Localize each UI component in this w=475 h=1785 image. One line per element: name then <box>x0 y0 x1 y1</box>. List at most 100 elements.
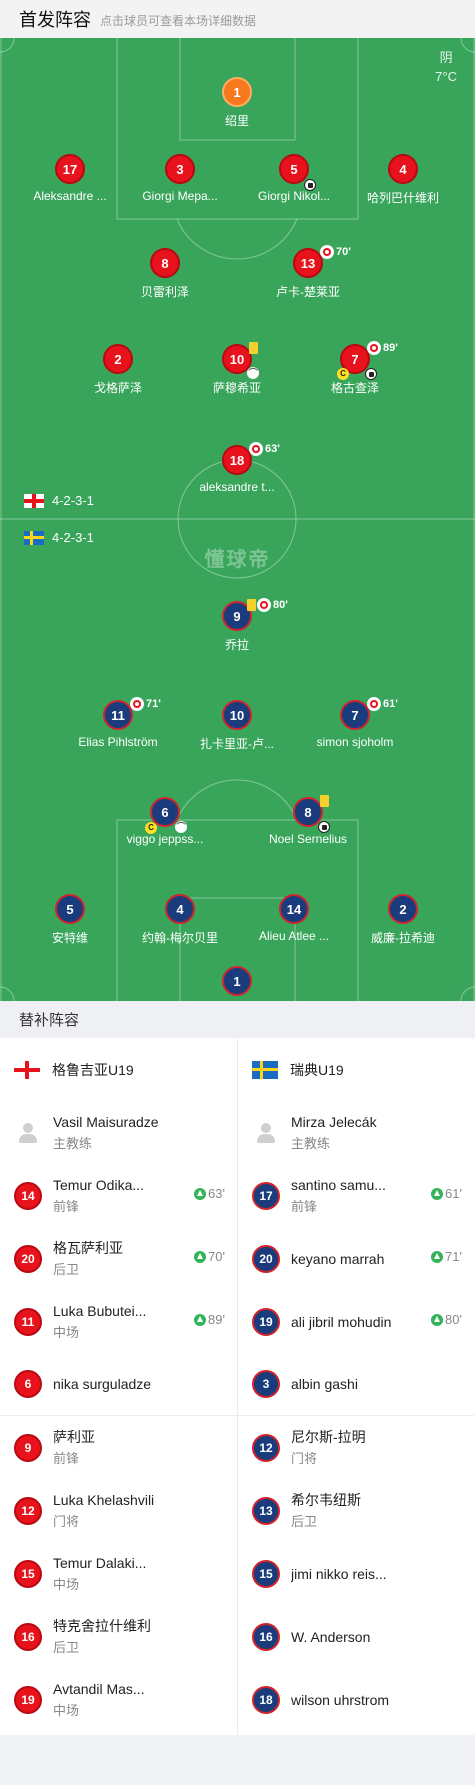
away-player-8[interactable]: 8 Noel Sernelius <box>248 795 368 846</box>
away-sub-row[interactable]: 20 keyano marrah 71' <box>238 1227 474 1290</box>
home-player-17[interactable]: 17 Aleksandre ... <box>10 154 130 203</box>
away-sub-row[interactable]: 3 albin gashi <box>238 1353 474 1416</box>
home-sub-row[interactable]: 16 特克舍拉什维利 后卫 <box>0 1605 237 1668</box>
sub-number-badge: 9 <box>14 1433 42 1462</box>
home-coach-row[interactable]: Vasil Maisuradze 主教练 <box>0 1101 237 1164</box>
sub-in-time: 71' <box>431 1249 462 1264</box>
substitution-minute: 61' <box>383 698 398 710</box>
away-team-row[interactable]: 瑞典U19 <box>238 1038 474 1101</box>
home-sub-row[interactable]: 19 Avtandil Mas... 中场 <box>0 1668 237 1731</box>
georgia-flag-icon <box>24 493 44 508</box>
home-player-10[interactable]: 10 ⌒ 萨穆希亚 <box>177 342 297 396</box>
away-player-5[interactable]: 5 安特维 <box>10 894 130 946</box>
home-player-2[interactable]: 2 戈格萨泽 <box>58 344 178 396</box>
sub-in-time: 63' <box>194 1186 225 1201</box>
away-sub-row[interactable]: 12 尼尔斯-拉明 门将 <box>238 1416 474 1479</box>
home-player-18[interactable]: 18 63' aleksandre t... <box>177 442 297 494</box>
player-number: 2 <box>399 901 407 917</box>
sub-in-minute: 80' <box>445 1312 462 1327</box>
away-player-7[interactable]: 7 61' simon sjoholm <box>295 697 415 749</box>
sub-player-name: Luka Khelashvili <box>53 1492 155 1508</box>
sub-player-position: 门将 <box>53 1514 80 1529</box>
home-sub-row[interactable]: 15 Temur Dalaki... 中场 <box>0 1542 237 1605</box>
player-number-badge: 10 ⌒ <box>222 342 259 379</box>
person-icon <box>14 1119 42 1147</box>
home-sub-row[interactable]: 9 萨利亚 前锋 <box>0 1416 237 1479</box>
sub-in-minute: 71' <box>445 1249 462 1264</box>
sub-number-badge: 16 <box>252 1622 280 1651</box>
player-number: 14 <box>286 901 302 917</box>
player-number-badge: 3 <box>165 154 195 184</box>
away-sub-row[interactable]: 17 santino samu... 前锋 61' <box>238 1164 474 1227</box>
player-number-badge: 4 <box>165 894 195 924</box>
substitution-minute: 63' <box>265 443 280 455</box>
player-name: 格古查泽 <box>330 381 379 395</box>
away-player-9[interactable]: 9 80' 乔拉 <box>177 598 297 653</box>
sub-player-position: 门将 <box>291 1451 318 1466</box>
player-number: 2 <box>114 351 122 367</box>
away-sub-row[interactable]: 16 W. Anderson <box>238 1605 474 1668</box>
player-number-badge: 1 <box>222 966 252 996</box>
away-player-14[interactable]: 14 Alieu Atlee ... <box>234 894 354 943</box>
substitution-in-icon <box>194 1250 207 1263</box>
away-player-6[interactable]: 6 C ⌒ viggo jeppss... <box>105 797 225 846</box>
player-name: 安特维 <box>51 931 88 945</box>
sub-player-name: Avtandil Mas... <box>53 1681 145 1697</box>
sub-in-minute: 61' <box>445 1186 462 1201</box>
home-player-1[interactable]: 1 绍里 <box>177 77 297 129</box>
home-sub-row[interactable]: 11 Luka Bubutei... 中场 89' <box>0 1290 237 1353</box>
away-player-1[interactable]: 1william nieroth <box>177 966 297 1001</box>
home-sub-row[interactable]: 12 Luka Khelashvili 门将 <box>0 1479 237 1542</box>
sub-number-badge: 16 <box>14 1622 42 1651</box>
substitution-off-icon <box>257 598 271 612</box>
sub-number-badge: 17 <box>252 1181 280 1210</box>
substitution-in-icon <box>194 1187 207 1200</box>
away-player-11[interactable]: 11 71' Elias Pihlström <box>58 697 178 749</box>
sub-number-badge: 11 <box>14 1307 42 1336</box>
player-number: 7 <box>351 707 359 723</box>
home-player-8[interactable]: 8 贝雷利泽 <box>105 248 225 300</box>
sub-number-badge: 6 <box>14 1370 42 1398</box>
away-coach-role: 主教练 <box>291 1136 331 1151</box>
home-sub-row[interactable]: 6 nika surguladze <box>0 1353 237 1416</box>
away-player-2[interactable]: 2 威廉-拉希迪 <box>343 894 463 946</box>
home-sub-row[interactable]: 20 格瓦萨利亚 后卫 70' <box>0 1227 237 1290</box>
player-number-badge: 8 <box>150 248 180 278</box>
away-coach-row[interactable]: Mirza Jelecák 主教练 <box>238 1101 474 1164</box>
sub-player-position: 后卫 <box>53 1640 80 1655</box>
home-team-row[interactable]: 格鲁吉亚U19 <box>0 1038 237 1101</box>
sub-number-badge: 12 <box>14 1496 42 1525</box>
substituted-off-event: 89' <box>367 341 398 355</box>
home-player-3[interactable]: 3 Giorgi Mepa... <box>120 154 240 203</box>
captain-icon: C <box>145 822 157 834</box>
georgia-flag-icon <box>14 1060 40 1079</box>
sub-player-position: 后卫 <box>291 1514 318 1529</box>
away-sub-row[interactable]: 15 jimi nikko reis... <box>238 1542 474 1605</box>
substituted-off-event: 63' <box>249 442 280 456</box>
away-sub-row[interactable]: 19 ali jibril mohudin 80' <box>238 1290 474 1353</box>
sub-number-badge: 15 <box>14 1559 42 1588</box>
sub-player-name: 希尔韦纽斯 <box>291 1492 361 1508</box>
away-sub-row[interactable]: 18 wilson uhrstrom <box>238 1668 474 1731</box>
player-number-badge: 9 80' <box>222 598 288 631</box>
player-number-badge: 2 <box>388 894 418 924</box>
away-player-4[interactable]: 4 约翰-梅尔贝里 <box>120 894 240 946</box>
home-sub-row[interactable]: 14 Temur Odika... 前锋 63' <box>0 1164 237 1227</box>
substitution-in-icon <box>431 1187 444 1200</box>
sub-player-name: Luka Bubutei... <box>53 1303 147 1319</box>
captain-icon: C <box>337 368 349 380</box>
away-sub-row[interactable]: 13 希尔韦纽斯 后卫 <box>238 1479 474 1542</box>
home-player-4[interactable]: 4 哈列巴什维利 <box>343 154 463 206</box>
home-player-5[interactable]: 5 Giorgi Nikol... <box>234 154 354 203</box>
home-player-13[interactable]: 13 70' 卢卡-楚莱亚 <box>248 245 368 300</box>
player-number: 1 <box>233 84 241 100</box>
away-player-10[interactable]: 10 扎卡里亚-卢... <box>177 700 297 752</box>
player-name: simon sjoholm <box>316 735 394 749</box>
player-number: 4 <box>176 901 184 917</box>
substituted-off-event: 70' <box>320 245 351 259</box>
player-number: 8 <box>161 255 169 271</box>
sub-player-position: 前锋 <box>53 1199 80 1214</box>
sub-in-time: 61' <box>431 1186 462 1201</box>
player-name: Noel Sernelius <box>268 832 348 846</box>
home-player-7[interactable]: 7 89' C 格古查泽 <box>295 341 415 396</box>
